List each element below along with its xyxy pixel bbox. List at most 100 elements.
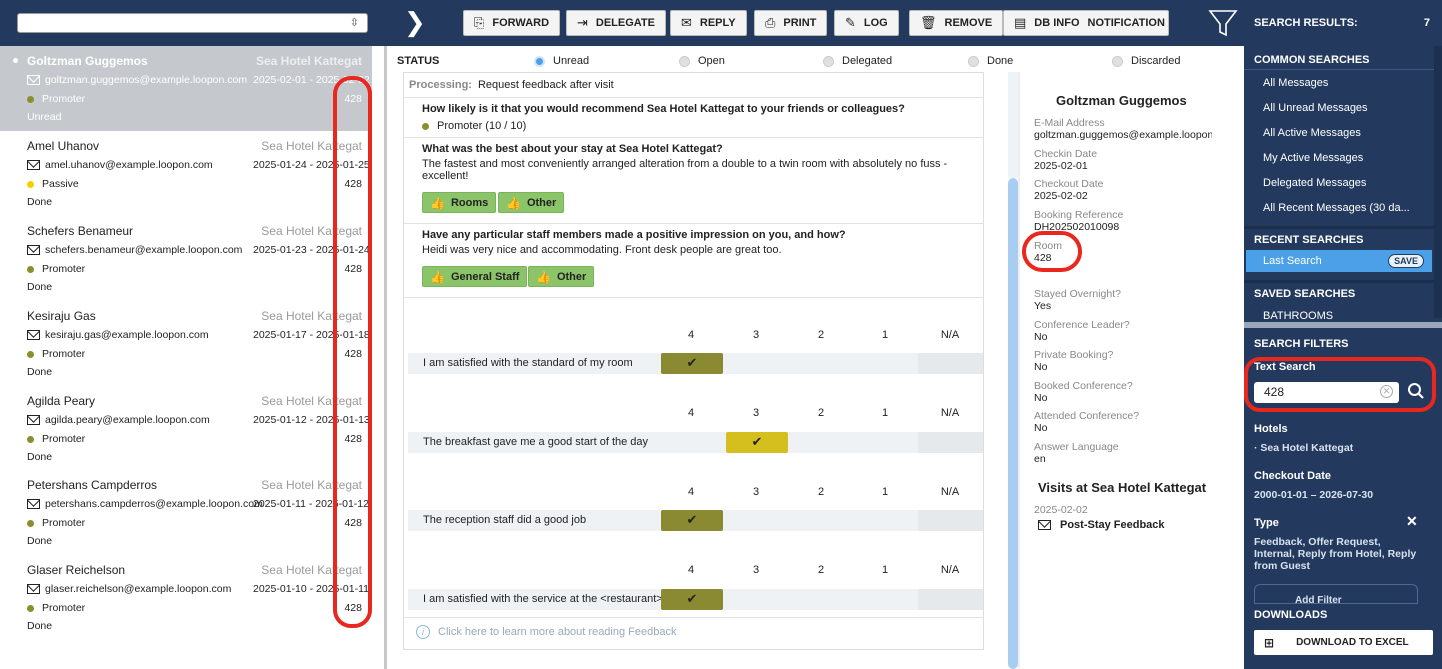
list-item[interactable]: Goltzman Guggemos Sea Hotel Kattegat gol… [0, 46, 372, 131]
scale-header: 4 3 2 1 N/A [404, 404, 983, 424]
status-radio-discarded[interactable]: Discarded [1112, 55, 1181, 67]
search-delegated-messages[interactable]: Delegated Messages [1263, 177, 1366, 189]
hotels-filter-value[interactable]: · Sea Hotel Kattegat [1254, 442, 1353, 454]
status-radio-done[interactable]: Done [968, 55, 1013, 67]
thumbs-up-icon: 👍 [536, 269, 551, 284]
print-button[interactable]: ⎙ PRINT [754, 10, 828, 36]
log-button[interactable]: ✎ LOG [834, 10, 899, 36]
forward-icon: ⎘ [474, 15, 485, 31]
radio-icon [679, 55, 690, 67]
filter-icon[interactable] [1208, 8, 1238, 38]
processing-label: Processing: [409, 79, 472, 91]
passive-dot-icon [27, 180, 34, 188]
excel-icon: ⊞ [1264, 635, 1275, 650]
list-item[interactable]: Kesiraju Gas Sea Hotel Kattegat kesiraju… [0, 301, 372, 386]
search-all-messages[interactable]: All Messages [1263, 77, 1328, 89]
forward-button[interactable]: ⎘ FORWARD [463, 10, 561, 36]
tag-other[interactable]: 👍 Other [528, 266, 595, 287]
na-cell [918, 353, 983, 374]
processing-line: Processing: Request feedback after visit [409, 79, 614, 91]
visit-link[interactable]: Post-Stay Feedback [1038, 519, 1165, 531]
list-item[interactable]: Schefers Benameur Sea Hotel Kattegat sch… [0, 216, 372, 301]
field-label: E-Mail Address [1034, 117, 1105, 129]
promoter-dot-icon [27, 95, 34, 103]
divider [404, 297, 983, 298]
sidebar-splitter[interactable] [1244, 322, 1442, 328]
field-checkout: Checkout Date 2025-02-02 [1034, 178, 1103, 202]
search-my-active-messages[interactable]: My Active Messages [1263, 152, 1363, 164]
last-search-item[interactable]: Last Search SAVE [1246, 250, 1432, 272]
search-results-header: SEARCH RESULTS: 7 [1244, 0, 1442, 46]
question-best: What was the best about your stay at Sea… [422, 143, 962, 182]
search-unread-messages[interactable]: All Unread Messages [1263, 102, 1368, 114]
log-label: LOG [863, 17, 888, 29]
category-text: Passive [42, 178, 79, 190]
guest-email: agilda.peary@example.loopon.com [27, 414, 210, 426]
list-item[interactable]: Agilda Peary Sea Hotel Kattegat agilda.p… [0, 386, 372, 471]
sidebar-scrollbar[interactable] [1434, 46, 1442, 318]
delegate-button[interactable]: ⇥ DELEGATE [566, 10, 666, 36]
add-filter-button[interactable]: Add Filter [1254, 584, 1418, 604]
status-radio-open[interactable]: Open [679, 55, 725, 67]
reply-button[interactable]: ✉ REPLY [670, 10, 747, 36]
field-value: goltzman.guggemos@example.loopon.com [1034, 129, 1212, 141]
scrollbar-thumb[interactable] [1008, 178, 1018, 669]
save-search-button[interactable]: SAVE [1388, 254, 1424, 268]
pane-divider[interactable] [384, 46, 387, 669]
tag-rooms[interactable]: 👍 Rooms [422, 192, 497, 213]
scale-label: 4 [687, 486, 695, 498]
top-toolbar: ⇳ ❯ ⎘ FORWARD ⇥ DELEGATE ✉ REPLY ⎙ PRINT ✎ LO… [0, 0, 1442, 46]
field-label: Stayed Overnight? [1034, 288, 1121, 300]
dbinfo-button[interactable]: ▤ DB INFO NOTIFICATION [1003, 10, 1169, 36]
mail-icon [27, 499, 40, 509]
nps-category: Promoter [27, 602, 85, 614]
visit-label: Post-Stay Feedback [1060, 519, 1165, 531]
download-excel-button[interactable]: ⊞ DOWNLOAD TO EXCEL [1254, 630, 1433, 655]
scale-label: 1 [881, 564, 889, 576]
nps-category: Promoter [27, 348, 85, 360]
notification-label: NOTIFICATION [1087, 17, 1165, 29]
delegate-label: DELEGATE [595, 17, 655, 29]
category-text: Promoter [42, 348, 86, 360]
remove-button[interactable]: 🗑 REMOVE [909, 10, 1004, 36]
na-cell [918, 589, 983, 610]
checkout-filter-value[interactable]: 2000-01-01 – 2026-07-30 [1254, 489, 1373, 501]
question-nps: How likely is it that you would recommen… [422, 103, 905, 132]
tag-general-staff[interactable]: 👍 General Staff [422, 266, 528, 287]
type-filter-label: Type [1254, 517, 1279, 529]
type-filter-value[interactable]: Feedback, Offer Request, Internal, Reply… [1254, 536, 1424, 572]
field-attended-conference: Attended Conference? No [1034, 410, 1139, 434]
answer-text: Heidi was very nice and accommodating. F… [422, 244, 782, 256]
close-icon[interactable]: ✕ [1406, 513, 1418, 530]
scale-label: 3 [752, 407, 760, 419]
hotels-filter-label: Hotels [1254, 423, 1288, 435]
view-select[interactable]: ⇳ [17, 13, 368, 33]
list-item[interactable]: Petershans Campderros Sea Hotel Kattegat… [0, 470, 372, 555]
list-item[interactable]: Amel Uhanov Sea Hotel Kattegat amel.uhan… [0, 131, 372, 216]
guest-name: Glaser Reichelson [27, 563, 126, 577]
search-recent-messages[interactable]: All Recent Messages (30 da... [1263, 202, 1410, 214]
scale-label: 4 [687, 407, 695, 419]
category-text: Promoter [42, 93, 86, 105]
email-text: schefers.benameur@example.loopon.com [45, 244, 243, 256]
selected-bullet [13, 58, 18, 63]
database-icon: ▤ [1014, 15, 1027, 31]
rating-statement: The reception staff did a good job [423, 514, 587, 526]
search-active-messages[interactable]: All Active Messages [1263, 127, 1361, 139]
scale-header: 4 3 2 1 N/A [404, 561, 983, 581]
collapse-arrow-icon[interactable]: ❯ [404, 8, 426, 38]
scale-label: N/A [940, 329, 960, 341]
tag-other[interactable]: 👍 Other [498, 192, 565, 213]
divider [404, 223, 983, 224]
feedback-help-link[interactable]: i Click here to learn more about reading … [416, 625, 676, 639]
radio-icon [968, 55, 979, 67]
processing-value: Request feedback after visit [477, 79, 614, 91]
divider [1244, 280, 1434, 283]
radio-label: Unread [553, 55, 590, 67]
list-item[interactable]: Glaser Reichelson Sea Hotel Kattegat gla… [0, 555, 372, 640]
message-status: Done [27, 196, 53, 208]
promoter-dot-icon [27, 604, 34, 612]
saved-search-bathrooms[interactable]: BATHROOMS [1263, 310, 1333, 322]
status-radio-delegated[interactable]: Delegated [823, 55, 892, 67]
status-radio-unread[interactable]: Unread [534, 55, 589, 67]
